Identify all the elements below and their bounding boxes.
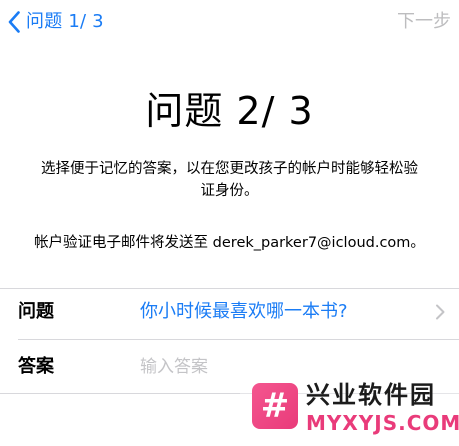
page-title: 问题 2/ 3	[145, 89, 314, 133]
verification-email-note: 帐户验证电子邮件将发送至 derek_parker7@icloud.com。	[34, 235, 425, 251]
instructions-line-1: 选择便于记忆的答案，以在您更改孩子的帐户时能够轻松验	[41, 161, 418, 177]
watermark-logo-glyph: #	[260, 386, 290, 426]
watermark-logo-icon: #	[252, 383, 298, 429]
watermark: # 兴业软件园 MYXYJS.COM	[240, 375, 459, 441]
instructions-text: 选择便于记忆的答案，以在您更改孩子的帐户时能够轻松验 证身份。	[18, 158, 441, 202]
answer-input[interactable]	[136, 352, 254, 382]
back-button-label: 问题 1/ 3	[26, 11, 104, 32]
question-row[interactable]: 问题 你小时候最喜欢哪一本书?	[0, 285, 459, 339]
next-button[interactable]: 下一步	[397, 8, 451, 36]
navigation-bar: 问题 1/ 3 下一步	[0, 0, 459, 44]
watermark-title: 兴业软件园	[306, 381, 436, 409]
watermark-domain: MYXYJS.COM	[306, 411, 459, 435]
question-selector[interactable]: 你小时候最喜欢哪一本书?	[140, 285, 348, 339]
answer-label: 答案	[18, 356, 54, 377]
instructions-line-2: 证身份。	[200, 183, 259, 199]
chevron-right-icon	[435, 304, 445, 324]
back-button[interactable]: 问题 1/ 3	[8, 8, 104, 36]
chevron-left-icon	[8, 11, 20, 33]
question-label: 问题	[18, 301, 54, 322]
